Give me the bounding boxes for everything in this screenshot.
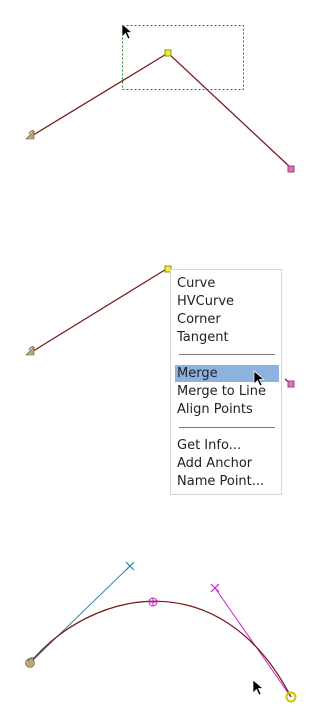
path-end-point[interactable]	[287, 380, 295, 388]
path-start-point[interactable]	[25, 346, 35, 356]
path-start-point[interactable]	[25, 130, 35, 140]
control-point-right-icon[interactable]	[210, 583, 220, 593]
arrow-cursor-icon	[252, 679, 264, 696]
menu-separator	[179, 427, 275, 428]
menu-item-get-info[interactable]: Get Info...	[175, 437, 279, 454]
selection-marquee	[122, 25, 244, 90]
arrow-cursor-icon	[121, 23, 133, 40]
control-point-left-icon[interactable]	[125, 561, 135, 571]
menu-item-curve[interactable]: Curve	[175, 275, 279, 292]
arrow-cursor-icon	[253, 370, 265, 387]
selected-point[interactable]	[164, 49, 172, 57]
menu-item-align-points[interactable]: Align Points	[175, 401, 279, 418]
control-handle-left	[29, 565, 131, 664]
menu-separator	[179, 354, 275, 355]
path-segment[interactable]	[29, 267, 169, 354]
menu-item-tangent[interactable]: Tangent	[175, 329, 279, 346]
canvas-selection-svg[interactable]	[0, 0, 322, 240]
canvas-panel-selection[interactable]	[0, 0, 322, 240]
canvas-curve-svg[interactable]	[0, 520, 322, 728]
menu-item-hvcurve[interactable]: HVCurve	[175, 293, 279, 310]
menu-item-add-anchor[interactable]: Add Anchor	[175, 455, 279, 472]
path-segment[interactable]	[29, 52, 292, 169]
menu-item-name-point[interactable]: Name Point...	[175, 473, 279, 490]
canvas-panel-curve-result[interactable]	[0, 520, 322, 728]
curve-path[interactable]	[29, 600, 292, 698]
menu-item-corner[interactable]: Corner	[175, 311, 279, 328]
curve-midpoint-marker[interactable]	[148, 597, 158, 607]
path-end-point[interactable]	[287, 165, 295, 173]
